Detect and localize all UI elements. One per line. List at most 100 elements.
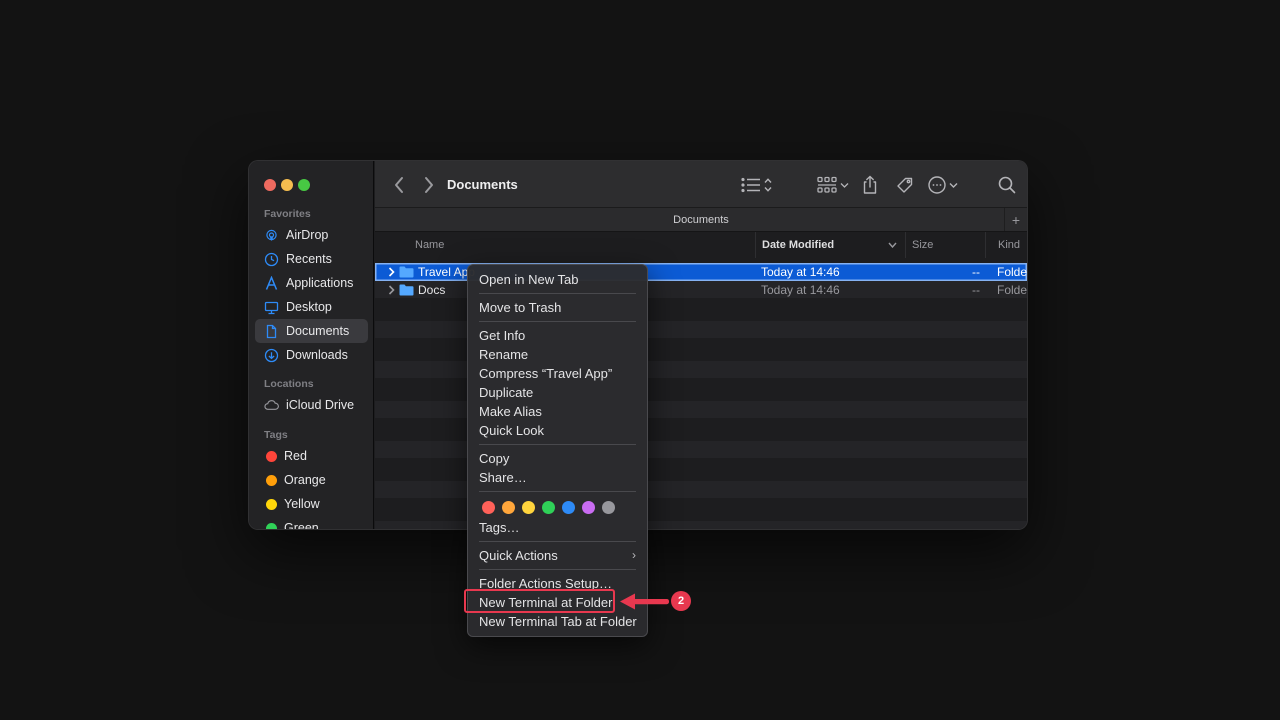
desktop: { "window": { "traffic_lights": { "close…	[0, 0, 1280, 720]
menu-item-new-terminal-tab-at-folder[interactable]: New Terminal Tab at Folder	[468, 612, 647, 631]
menu-item-label: Quick Actions	[479, 546, 558, 565]
search-icon[interactable]	[997, 161, 1017, 208]
tag-color-gray[interactable]	[602, 501, 615, 514]
airdrop-icon	[264, 228, 279, 243]
tab-bar: Documents +	[375, 208, 1027, 232]
sidebar-item-label: AirDrop	[286, 228, 328, 242]
tag-color-yellow[interactable]	[522, 501, 535, 514]
column-header-kind[interactable]: Kind	[985, 232, 1027, 258]
download-icon	[264, 348, 279, 363]
folder-icon	[399, 284, 414, 296]
sidebar-item-applications[interactable]: Applications	[255, 271, 368, 295]
sidebar-item-documents[interactable]: Documents	[255, 319, 368, 343]
column-header-size[interactable]: Size	[905, 232, 985, 258]
menu-item-tags[interactable]: Tags…	[468, 518, 647, 537]
column-header-name[interactable]: Name	[375, 232, 755, 258]
green-tag-dot-icon	[266, 523, 277, 531]
annotation-highlight-box	[464, 589, 615, 613]
menu-item-move-to-trash[interactable]: Move to Trash	[468, 298, 647, 317]
orange-tag-dot-icon	[266, 475, 277, 486]
sidebar-item-icloud-drive[interactable]: iCloud Drive	[255, 393, 368, 417]
sidebar-item-label: iCloud Drive	[286, 398, 354, 412]
menu-item-open-in-new-tab[interactable]: Open in New Tab	[468, 270, 647, 289]
sidebar-item-label: Orange	[284, 473, 326, 487]
sidebar-item-desktop[interactable]: Desktop	[255, 295, 368, 319]
tag-color-row	[468, 496, 647, 518]
menu-item-quick-look[interactable]: Quick Look	[468, 421, 647, 440]
minimize-button[interactable]	[281, 179, 293, 191]
view-options-button[interactable]	[741, 161, 775, 208]
sort-chevron-icon	[888, 242, 897, 248]
menu-item-share[interactable]: Share…	[468, 468, 647, 487]
sidebar-item-airdrop[interactable]: AirDrop	[255, 223, 368, 247]
sidebar-tag-orange[interactable]: Orange	[255, 468, 368, 492]
tag-icon[interactable]	[895, 161, 915, 208]
sidebar-item-recents[interactable]: Recents	[255, 247, 368, 271]
file-name: Docs	[418, 283, 445, 297]
clock-icon	[264, 252, 279, 267]
zoom-button[interactable]	[298, 179, 310, 191]
favorites-section-title: Favorites	[264, 208, 311, 220]
column-header-date-modified[interactable]: Date Modified	[755, 232, 905, 258]
sidebar-tag-red[interactable]: Red	[255, 444, 368, 468]
red-tag-dot-icon	[266, 451, 277, 462]
menu-item-quick-actions[interactable]: Quick Actions ›	[468, 546, 647, 565]
sidebar-item-label: Green	[284, 521, 319, 530]
window-title: Documents	[447, 161, 518, 208]
sidebar-item-label: Applications	[286, 276, 353, 290]
annotation-step-badge: 2	[671, 591, 691, 611]
annotation-arrow-icon	[620, 592, 670, 611]
share-icon[interactable]	[861, 161, 879, 208]
more-actions-button[interactable]	[928, 161, 960, 208]
size-cell: --	[905, 265, 985, 279]
kind-cell: Folder	[985, 265, 1027, 279]
tag-color-green[interactable]	[542, 501, 555, 514]
sidebar-tag-green[interactable]: Green	[255, 516, 368, 530]
cloud-icon	[264, 398, 279, 413]
toolbar: Documents	[375, 161, 1027, 208]
menu-item-get-info[interactable]: Get Info	[468, 326, 647, 345]
sidebar-item-downloads[interactable]: Downloads	[255, 343, 368, 367]
sidebar-item-label: Downloads	[286, 348, 348, 362]
menu-item-duplicate[interactable]: Duplicate	[468, 383, 647, 402]
sidebar-item-label: Recents	[286, 252, 332, 266]
traffic-lights	[264, 179, 310, 191]
tab-documents[interactable]: Documents	[673, 214, 729, 226]
forward-button[interactable]	[423, 161, 435, 208]
tag-color-purple[interactable]	[582, 501, 595, 514]
close-button[interactable]	[264, 179, 276, 191]
disclosure-chevron-icon[interactable]	[388, 285, 395, 295]
menu-separator	[479, 444, 636, 445]
tag-color-orange[interactable]	[502, 501, 515, 514]
sidebar-tag-yellow[interactable]: Yellow	[255, 492, 368, 516]
yellow-tag-dot-icon	[266, 499, 277, 510]
menu-item-rename[interactable]: Rename	[468, 345, 647, 364]
menu-item-make-alias[interactable]: Make Alias	[468, 402, 647, 421]
sidebar-item-label: Yellow	[284, 497, 320, 511]
column-header-label: Date Modified	[762, 239, 834, 251]
tags-section-title: Tags	[264, 429, 288, 441]
tag-color-blue[interactable]	[562, 501, 575, 514]
menu-separator	[479, 321, 636, 322]
menu-item-compress[interactable]: Compress “Travel App”	[468, 364, 647, 383]
folder-icon	[399, 266, 414, 278]
new-tab-button[interactable]: +	[1004, 208, 1027, 231]
back-button[interactable]	[393, 161, 405, 208]
menu-separator	[479, 293, 636, 294]
context-menu: Open in New Tab Move to Trash Get Info R…	[467, 264, 648, 637]
group-by-button[interactable]	[817, 161, 849, 208]
menu-item-copy[interactable]: Copy	[468, 449, 647, 468]
date-modified-cell: Today at 14:46	[755, 265, 905, 279]
submenu-chevron-icon: ›	[632, 546, 636, 565]
sidebar: Favorites AirDrop Recents Applications D…	[249, 161, 374, 529]
sidebar-item-label: Documents	[286, 324, 349, 338]
applications-icon	[264, 276, 279, 291]
date-modified-cell: Today at 14:46	[755, 283, 905, 297]
desktop-icon	[264, 300, 279, 315]
size-cell: --	[905, 283, 985, 297]
document-icon	[264, 324, 279, 339]
sidebar-item-label: Red	[284, 449, 307, 463]
tag-color-red[interactable]	[482, 501, 495, 514]
column-headers: Name Date Modified Size Kind	[375, 232, 1027, 258]
disclosure-chevron-icon[interactable]	[388, 267, 395, 277]
